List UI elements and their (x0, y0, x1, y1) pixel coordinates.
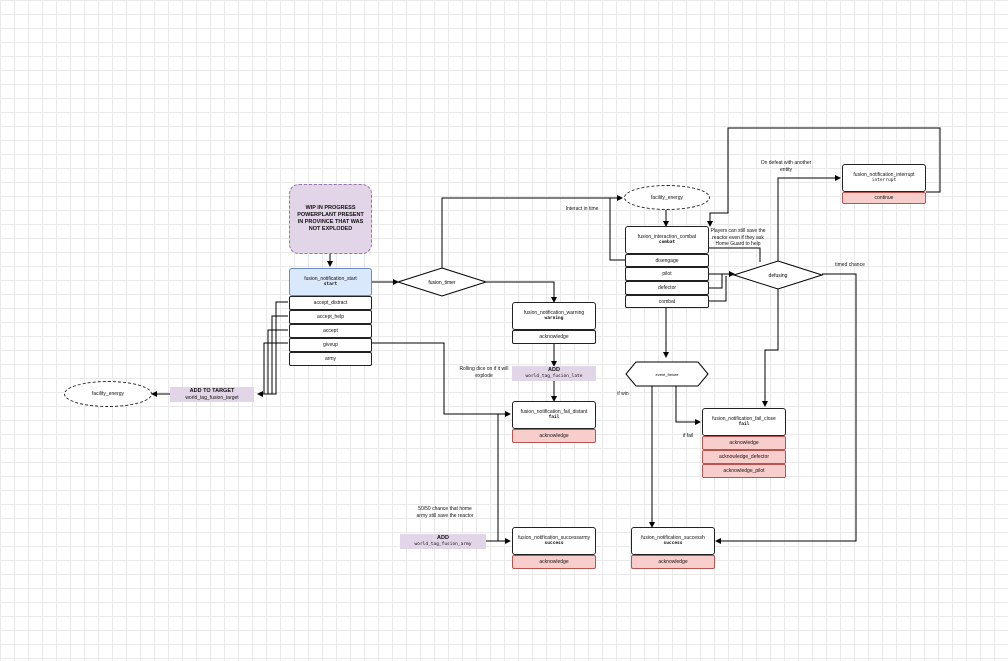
timed-chance-label: timed chance (835, 262, 865, 268)
add-target-value: world_tag_fusion_target (185, 394, 239, 401)
edge-disengage-facility (609, 198, 625, 261)
rolling-note: Rolling dice on if it will explode (459, 366, 509, 379)
add-army-tag: ADD world_tag_fusion_army (400, 534, 486, 549)
add-target-tag: ADD TO TARGET world_tag_fusion_target (170, 387, 254, 402)
add-target-title: ADD TO TARGET (189, 387, 235, 394)
fail-distant-acknowledge[interactable]: acknowledge (512, 429, 596, 443)
option-pilot[interactable]: pilot (625, 267, 709, 281)
option-giveup[interactable]: giveup (289, 338, 372, 352)
combat-sub: combat (658, 240, 676, 246)
success-army-node: fusion_notification_successarmy success (512, 527, 596, 555)
wip-note: WIP IN PROGRESS POWERPLANT PRESENT IN PR… (289, 184, 372, 254)
success-acknowledge[interactable]: acknowledge (631, 555, 715, 569)
fail-close-node: fusion_notification_fail_close fail (702, 408, 786, 436)
edge-combat-top-defusing (709, 247, 761, 262)
connector-layer: fusion_timer defusing event_fixture (151, 127, 941, 544)
interact-label: Interact in time (565, 206, 599, 212)
option-disengage[interactable]: disengage (625, 254, 709, 267)
interrupt-sub: interrupt (871, 178, 897, 184)
defusing-label: defusing (769, 273, 788, 279)
edge-accept_help-target (271, 315, 288, 394)
edge-timer-warning (486, 281, 557, 303)
add-late-value: world_tag_fusion_late (525, 374, 583, 380)
success-node: fusion_notification_successh success (631, 527, 715, 555)
fail-distant-sub: fail (548, 415, 560, 421)
option-combat[interactable]: combat (625, 295, 709, 308)
success-sub: success (663, 541, 683, 547)
start-node: fusion_notification_start start (289, 268, 372, 296)
fail-close-acknowledge-pilot[interactable]: acknowledge_pilot (702, 464, 786, 478)
fusion-timer-label: fusion_timer (428, 280, 456, 286)
option-accept-distract[interactable]: accept_distract (289, 296, 372, 310)
interrupt-continue[interactable]: continue (842, 192, 926, 204)
option-accept-help[interactable]: accept_help (289, 310, 372, 324)
edge-event-failclose (675, 386, 701, 425)
edge-accept-target (267, 329, 288, 394)
fail-close-sub: fail (738, 422, 750, 428)
combat-node: fusion_interaction_combat combat (625, 226, 709, 254)
if-fail-label: if fail (682, 433, 694, 439)
defeat-note: On defeat with another entity (760, 160, 812, 173)
facility-energy-top: facility_energy (624, 185, 710, 210)
players-note: Players can still save the reactor even … (710, 228, 766, 247)
warning-node: fusion_notification_warning warning (512, 302, 596, 330)
add-army-value: world_tag_fusion_army (414, 542, 472, 548)
warning-acknowledge[interactable]: acknowledge (512, 330, 596, 344)
if-win-label: if win (617, 391, 629, 397)
army-note: 50/50 chance that home army still save t… (416, 506, 474, 519)
start-sub: start (323, 282, 338, 288)
fail-close-acknowledge[interactable]: acknowledge (702, 436, 786, 450)
edge-defector-defusing (709, 274, 723, 289)
warning-sub: warning (544, 316, 564, 322)
add-late-tag: ADD world_tag_fusion_late (512, 366, 596, 381)
fail-distant-node: fusion_notification_fail_distant fail (512, 401, 596, 429)
success-army-sub: success (544, 541, 564, 547)
edge-defusing-failclose (762, 289, 779, 407)
option-army[interactable]: army (289, 352, 372, 366)
success-army-acknowledge[interactable]: acknowledge (512, 555, 596, 569)
interrupt-node: fusion_notification_interrupt interrupt (842, 164, 926, 192)
option-defector[interactable]: defector (625, 281, 709, 295)
event-fixture-label: event_fixture (656, 372, 680, 377)
facility-energy-left: facility_energy (64, 381, 152, 407)
option-accept[interactable]: accept (289, 324, 372, 338)
fail-close-acknowledge-defector[interactable]: acknowledge_defector (702, 450, 786, 464)
edge-defusing-interrupt (777, 175, 841, 261)
